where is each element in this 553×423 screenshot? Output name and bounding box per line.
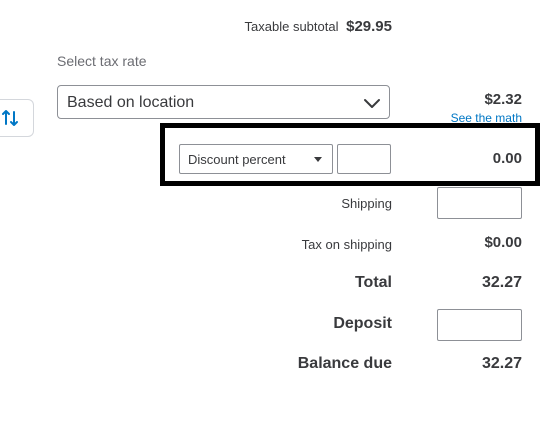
tax-amount: $2.32 bbox=[484, 91, 522, 108]
chevron-down-icon bbox=[364, 99, 380, 108]
taxable-subtotal-amount: $29.95 bbox=[346, 18, 392, 35]
sort-arrows-icon bbox=[2, 110, 18, 126]
discount-value-input[interactable] bbox=[337, 144, 391, 174]
balance-due-label: Balance due bbox=[297, 355, 392, 372]
discount-type-select[interactable]: Discount percent bbox=[179, 144, 333, 174]
deposit-input[interactable] bbox=[437, 309, 522, 341]
total-amount: 32.27 bbox=[481, 274, 522, 291]
balance-due-amount: 32.27 bbox=[481, 355, 522, 372]
tax-on-shipping-label: Tax on shipping bbox=[301, 237, 392, 252]
discount-amount: 0.00 bbox=[492, 150, 522, 167]
tax-rate-select[interactable]: Based on location bbox=[57, 85, 390, 119]
taxable-subtotal-label: Taxable subtotal bbox=[244, 19, 339, 34]
tax-rate-value: Based on location bbox=[67, 94, 195, 111]
shipping-input[interactable] bbox=[437, 187, 522, 219]
tax-on-shipping-amount: $0.00 bbox=[484, 234, 522, 251]
shipping-label: Shipping bbox=[341, 196, 392, 211]
dropdown-arrow-icon bbox=[314, 157, 322, 162]
taxable-subtotal-row: Taxable subtotal $29.95 bbox=[245, 18, 392, 35]
select-tax-rate-label: Select tax rate bbox=[57, 53, 147, 69]
side-tab[interactable] bbox=[0, 99, 34, 137]
discount-type-value: Discount percent bbox=[188, 152, 286, 167]
total-label: Total bbox=[354, 274, 392, 291]
deposit-label: Deposit bbox=[333, 315, 392, 332]
